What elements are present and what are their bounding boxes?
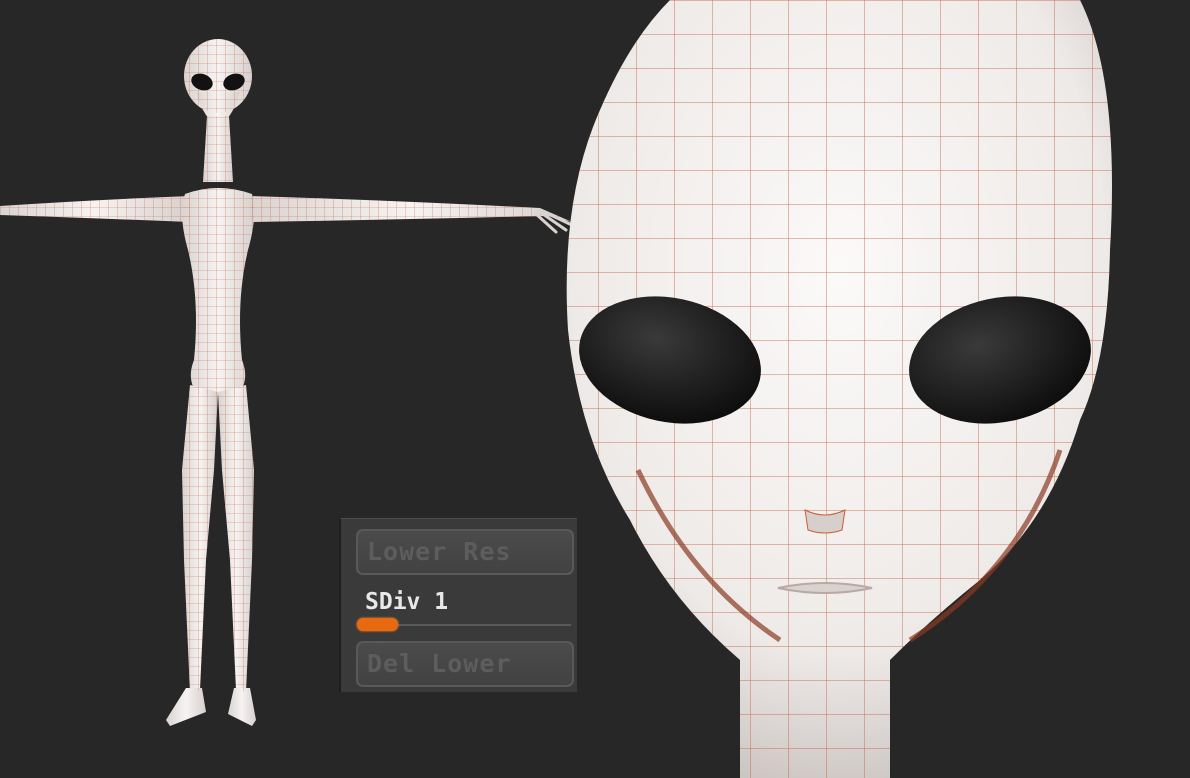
sdiv-slider-fill[interactable] [357, 618, 398, 631]
viewport[interactable]: Lower Res SDiv 1 Del Lower [0, 0, 1190, 778]
lower-res-button[interactable]: Lower Res [356, 529, 574, 575]
sdiv-slider[interactable] [357, 617, 571, 633]
alien-head-closeup-mesh [566, 0, 1112, 778]
sdiv-level-label: SDiv 1 [365, 589, 449, 615]
del-lower-button[interactable]: Del Lower [356, 641, 574, 687]
subdivision-panel: Lower Res SDiv 1 Del Lower [339, 518, 577, 692]
